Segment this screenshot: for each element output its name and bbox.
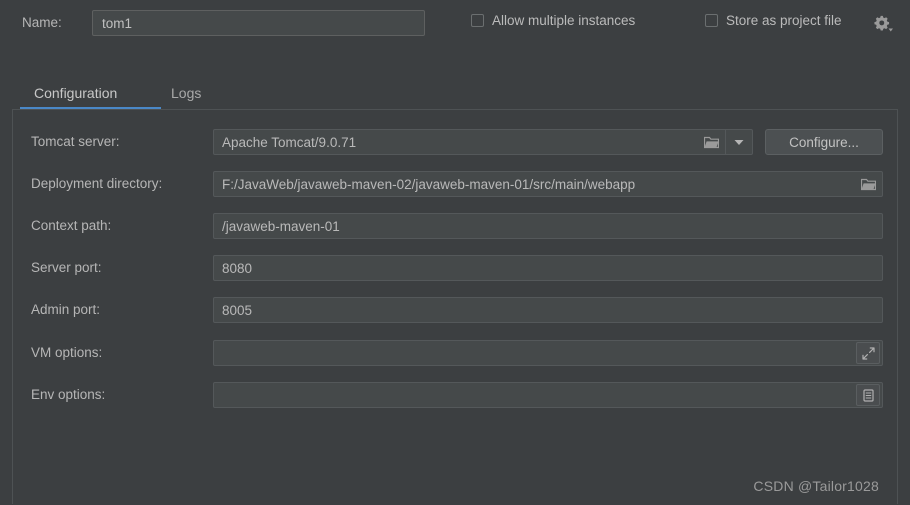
- folder-icon[interactable]: [697, 130, 725, 154]
- tab-bar: Configuration Logs: [12, 78, 898, 110]
- watermark-text: CSDN @Tailor1028: [753, 478, 879, 494]
- name-input[interactable]: tom1: [92, 10, 425, 36]
- allow-multiple-instances-checkbox[interactable]: Allow multiple instances: [471, 13, 635, 28]
- server-port-label: Server port:: [31, 260, 102, 275]
- tomcat-server-field[interactable]: Apache Tomcat/9.0.71: [213, 129, 753, 155]
- deployment-directory-value: F:/JavaWeb/javaweb-maven-02/javaweb-mave…: [222, 176, 636, 192]
- tab-logs-label: Logs: [171, 85, 202, 101]
- env-options-field[interactable]: [213, 382, 883, 408]
- deployment-directory-label: Deployment directory:: [31, 176, 163, 191]
- allow-multiple-instances-label: Allow multiple instances: [492, 13, 636, 28]
- gear-icon[interactable]: [872, 13, 894, 33]
- header-bar: Name: tom1 Allow multiple instances Stor…: [0, 0, 910, 48]
- tab-logs[interactable]: Logs: [171, 78, 201, 108]
- expand-icon[interactable]: [856, 342, 880, 364]
- chevron-down-icon[interactable]: [725, 130, 752, 154]
- context-path-value: /javaweb-maven-01: [222, 218, 340, 234]
- checkbox-box[interactable]: [705, 14, 718, 27]
- env-options-label: Env options:: [31, 387, 106, 402]
- store-as-project-file-label: Store as project file: [726, 13, 842, 28]
- row-vm-options: VM options:: [13, 340, 897, 366]
- row-server-port: Server port: 8080: [13, 255, 897, 281]
- tomcat-server-label: Tomcat server:: [31, 134, 120, 149]
- name-input-value: tom1: [102, 15, 133, 31]
- row-tomcat-server: Tomcat server: Apache Tomcat/9.0.71 Conf…: [13, 129, 897, 155]
- store-as-project-file-checkbox[interactable]: Store as project file: [705, 13, 842, 28]
- row-env-options: Env options:: [13, 382, 897, 408]
- vm-options-field[interactable]: [213, 340, 883, 366]
- row-deployment-directory: Deployment directory: F:/JavaWeb/javaweb…: [13, 171, 897, 197]
- admin-port-label: Admin port:: [31, 302, 101, 317]
- list-icon[interactable]: [856, 384, 880, 406]
- context-path-field[interactable]: /javaweb-maven-01: [213, 213, 883, 239]
- tab-configuration[interactable]: Configuration: [34, 78, 117, 108]
- folder-icon[interactable]: [854, 172, 882, 196]
- admin-port-value: 8005: [222, 302, 253, 318]
- row-context-path: Context path: /javaweb-maven-01: [13, 213, 897, 239]
- row-admin-port: Admin port: 8005: [13, 297, 897, 323]
- server-port-field[interactable]: 8080: [213, 255, 883, 281]
- configure-button[interactable]: Configure...: [765, 129, 883, 155]
- tab-configuration-label: Configuration: [34, 85, 118, 101]
- server-port-value: 8080: [222, 260, 253, 276]
- deployment-directory-field[interactable]: F:/JavaWeb/javaweb-maven-02/javaweb-mave…: [213, 171, 883, 197]
- name-label: Name:: [22, 15, 62, 30]
- context-path-label: Context path:: [31, 218, 112, 233]
- vm-options-label: VM options:: [31, 345, 103, 360]
- tomcat-server-value: Apache Tomcat/9.0.71: [222, 134, 357, 150]
- admin-port-field[interactable]: 8005: [213, 297, 883, 323]
- configuration-panel: Tomcat server: Apache Tomcat/9.0.71 Conf…: [12, 110, 898, 504]
- checkbox-box[interactable]: [471, 14, 484, 27]
